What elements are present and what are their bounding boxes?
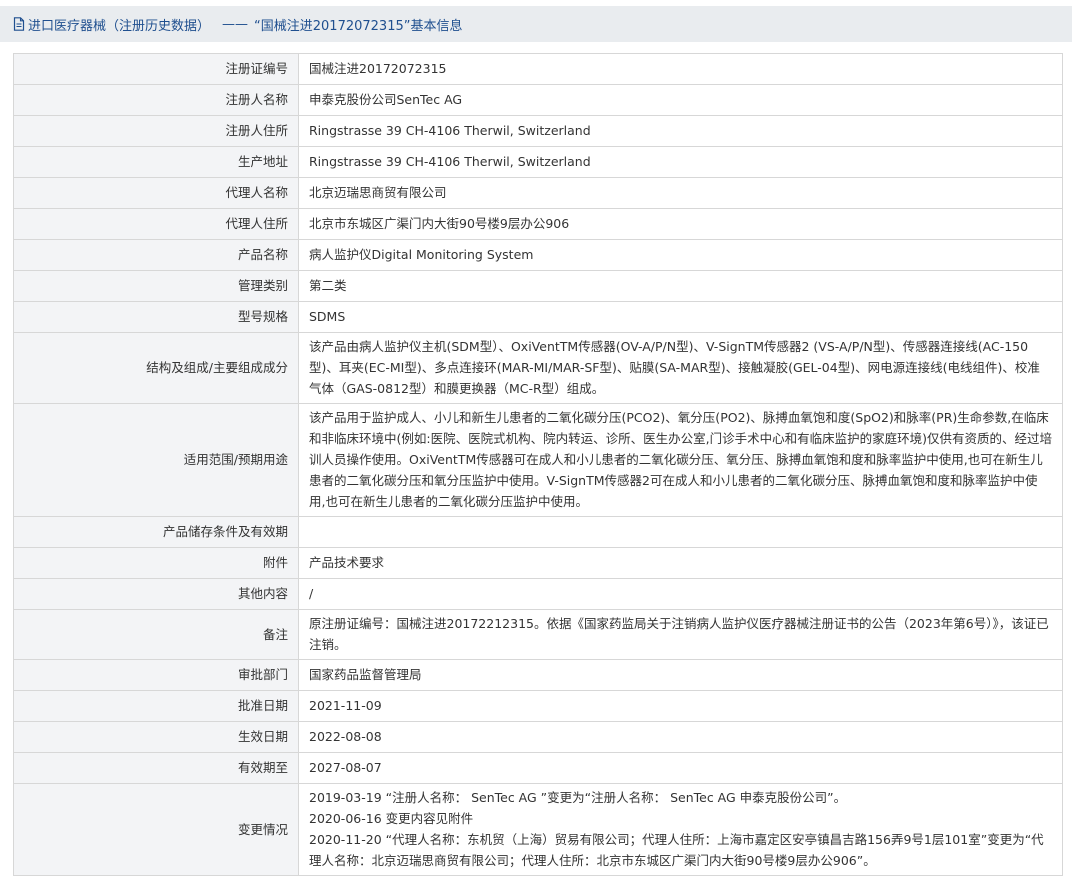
row-agent-address: 代理人住所 北京市东城区广渠门内大街90号楼9层办公906 bbox=[13, 208, 1063, 240]
change-entry: 2020-06-16 变更内容见附件 bbox=[309, 811, 474, 826]
row-key: 产品名称 bbox=[13, 239, 299, 271]
row-registration-number: 注册证编号 国械注进20172072315 bbox=[13, 53, 1063, 85]
row-approval-department: 审批部门 国家药品监督管理局 bbox=[13, 659, 1063, 691]
row-management-category: 管理类别 第二类 bbox=[13, 270, 1063, 302]
row-structure-composition: 结构及组成/主要组成成分 该产品由病人监护仪主机(SDM型）、OxiVentTM… bbox=[13, 332, 1063, 404]
row-value: 2021-11-09 bbox=[298, 690, 1063, 722]
row-value: 2022-08-08 bbox=[298, 721, 1063, 753]
row-registrant-name: 注册人名称 申泰克股份公司SenTec AG bbox=[13, 84, 1063, 116]
row-value: 北京市东城区广渠门内大街90号楼9层办公906 bbox=[298, 208, 1063, 240]
row-production-address: 生产地址 Ringstrasse 39 CH-4106 Therwil, Swi… bbox=[13, 146, 1063, 178]
row-key: 附件 bbox=[13, 547, 299, 579]
row-model-spec: 型号规格 SDMS bbox=[13, 301, 1063, 333]
row-value: 北京迈瑞思商贸有限公司 bbox=[298, 177, 1063, 209]
row-storage-validity: 产品储存条件及有效期 bbox=[13, 516, 1063, 548]
row-value: Ringstrasse 39 CH-4106 Therwil, Switzerl… bbox=[298, 115, 1063, 147]
page-header: 进口医疗器械（注册历史数据） —— “国械注进20172072315”基本信息 bbox=[0, 6, 1072, 42]
row-key: 其他内容 bbox=[13, 578, 299, 610]
row-key: 代理人名称 bbox=[13, 177, 299, 209]
row-expiry-date: 有效期至 2027-08-07 bbox=[13, 752, 1063, 784]
row-key: 注册证编号 bbox=[13, 53, 299, 85]
row-key: 变更情况 bbox=[13, 783, 299, 876]
row-value: SDMS bbox=[298, 301, 1063, 333]
row-value: / bbox=[298, 578, 1063, 610]
row-value: 2027-08-07 bbox=[298, 752, 1063, 784]
row-other-content: 其他内容 / bbox=[13, 578, 1063, 610]
header-subtitle: “国械注进20172072315”基本信息 bbox=[254, 18, 463, 34]
row-key: 注册人住所 bbox=[13, 115, 299, 147]
row-value: 病人监护仪Digital Monitoring System bbox=[298, 239, 1063, 271]
row-value: 国家药品监督管理局 bbox=[298, 659, 1063, 691]
header-separator: —— bbox=[222, 16, 249, 32]
row-key: 代理人住所 bbox=[13, 208, 299, 240]
row-key: 生产地址 bbox=[13, 146, 299, 178]
row-value: 国械注进20172072315 bbox=[298, 53, 1063, 85]
header-title: 进口医疗器械（注册历史数据） bbox=[28, 18, 211, 34]
document-icon bbox=[13, 17, 25, 31]
row-value: 申泰克股份公司SenTec AG bbox=[298, 84, 1063, 116]
row-key: 型号规格 bbox=[13, 301, 299, 333]
row-approval-date: 批准日期 2021-11-09 bbox=[13, 690, 1063, 722]
row-value: 产品技术要求 bbox=[298, 547, 1063, 579]
change-entry: 2019-03-19 “注册人名称： SenTec AG ”变更为“注册人名称：… bbox=[309, 790, 847, 805]
row-key: 批准日期 bbox=[13, 690, 299, 722]
row-remarks: 备注 原注册证编号：国械注进20172212315。依据《国家药监局关于注销病人… bbox=[13, 609, 1063, 660]
row-value: Ringstrasse 39 CH-4106 Therwil, Switzerl… bbox=[298, 146, 1063, 178]
row-product-name: 产品名称 病人监护仪Digital Monitoring System bbox=[13, 239, 1063, 271]
change-entry: 2020-11-20 “代理人名称：东机贸（上海）贸易有限公司；代理人住所：上海… bbox=[309, 832, 1044, 868]
row-change-history: 变更情况 2019-03-19 “注册人名称： SenTec AG ”变更为“注… bbox=[13, 783, 1063, 876]
row-value: 第二类 bbox=[298, 270, 1063, 302]
row-key: 管理类别 bbox=[13, 270, 299, 302]
row-key: 注册人名称 bbox=[13, 84, 299, 116]
row-intended-use: 适用范围/预期用途 该产品用于监护成人、小儿和新生儿患者的二氧化碳分压(PCO2… bbox=[13, 403, 1063, 517]
row-key: 适用范围/预期用途 bbox=[13, 403, 299, 517]
row-effective-date: 生效日期 2022-08-08 bbox=[13, 721, 1063, 753]
row-value: 该产品用于监护成人、小儿和新生儿患者的二氧化碳分压(PCO2)、氧分压(PO2)… bbox=[298, 403, 1063, 517]
content-area: 注册证编号 国械注进20172072315 注册人名称 申泰克股份公司SenTe… bbox=[0, 42, 1072, 876]
row-key: 有效期至 bbox=[13, 752, 299, 784]
change-history-value: 2019-03-19 “注册人名称： SenTec AG ”变更为“注册人名称：… bbox=[298, 783, 1063, 876]
row-key: 产品储存条件及有效期 bbox=[13, 516, 299, 548]
row-key: 审批部门 bbox=[13, 659, 299, 691]
row-attachment: 附件 产品技术要求 bbox=[13, 547, 1063, 579]
row-key: 结构及组成/主要组成成分 bbox=[13, 332, 299, 404]
row-registrant-address: 注册人住所 Ringstrasse 39 CH-4106 Therwil, Sw… bbox=[13, 115, 1063, 147]
row-agent-name: 代理人名称 北京迈瑞思商贸有限公司 bbox=[13, 177, 1063, 209]
row-key: 备注 bbox=[13, 609, 299, 660]
info-table: 注册证编号 国械注进20172072315 注册人名称 申泰克股份公司SenTe… bbox=[13, 53, 1063, 876]
row-key: 生效日期 bbox=[13, 721, 299, 753]
row-value: 原注册证编号：国械注进20172212315。依据《国家药监局关于注销病人监护仪… bbox=[298, 609, 1063, 660]
row-value bbox=[298, 516, 1063, 548]
row-value: 该产品由病人监护仪主机(SDM型）、OxiVentTM传感器(OV-A/P/N型… bbox=[298, 332, 1063, 404]
